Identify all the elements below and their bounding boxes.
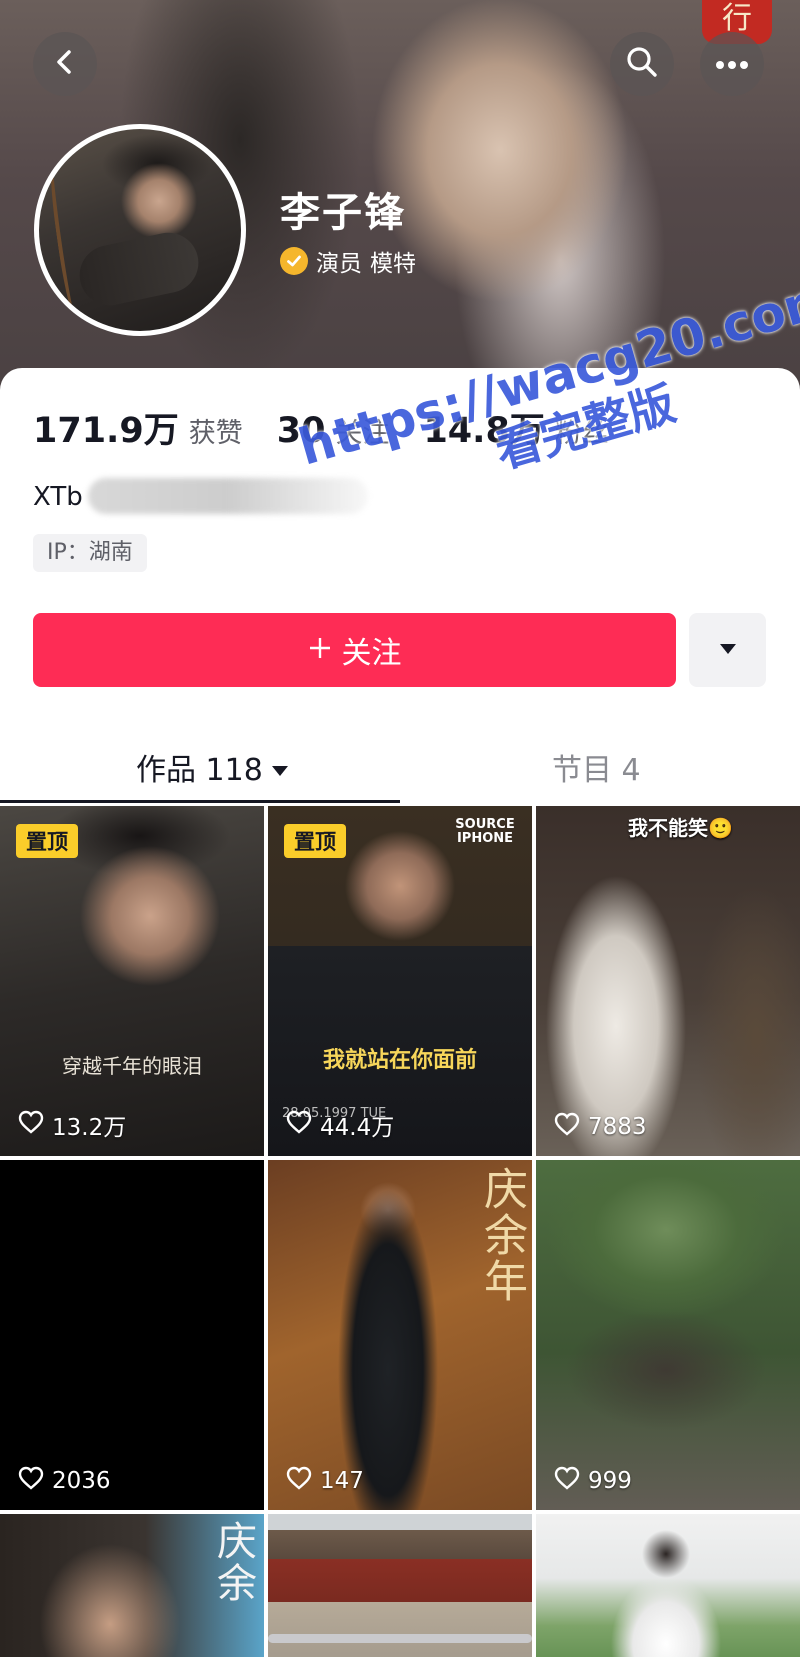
like-count: 13.2万 <box>18 1108 126 1142</box>
profile-page: 行 李子锋 演员 模特 171.9万 获赞 30 关注 14.8万 粉丝 XTb… <box>0 0 800 1657</box>
likes-label: 获赞 <box>188 418 243 449</box>
stat-likes[interactable]: 171.9万 获赞 <box>33 402 243 453</box>
ip-location-badge: IP：湖南 <box>33 534 147 572</box>
video-tile[interactable]: 置顶 SOURCE IPHONE 我就站在你面前 28.05.1997 TUE … <box>268 806 532 1156</box>
tag-model: 模特 <box>370 251 416 277</box>
like-count: 44.4万 <box>286 1108 394 1142</box>
video-caption: 穿越千年的眼泪 <box>62 1054 202 1078</box>
user-handle: XTb <box>33 482 83 512</box>
home-indicator <box>268 1634 532 1643</box>
heart-icon <box>18 1110 44 1140</box>
like-count-value: 44.4万 <box>320 1115 395 1141</box>
heart-icon <box>286 1466 312 1496</box>
tab-indicator <box>0 800 400 803</box>
video-tile[interactable]: 999 <box>536 1160 800 1510</box>
plus-icon <box>308 633 332 668</box>
pinned-badge: 置顶 <box>284 824 346 858</box>
search-icon <box>625 45 659 83</box>
tab-shows-label: 节目 4 <box>552 753 641 788</box>
like-count-value: 2036 <box>52 1468 111 1494</box>
video-tile[interactable]: 庆余 <box>0 1514 264 1657</box>
like-count: 7883 <box>554 1112 647 1142</box>
heart-icon <box>554 1466 580 1496</box>
video-tile[interactable]: 2036 <box>0 1160 264 1510</box>
verified-check-icon <box>280 247 308 275</box>
profile-name: 李子锋 <box>280 190 406 236</box>
tab-works[interactable]: 作品 118 <box>136 742 289 792</box>
likes-count: 171.9万 <box>33 411 179 451</box>
video-tile[interactable]: 庆余年 147 <box>268 1160 532 1510</box>
more-options-button[interactable] <box>700 32 764 96</box>
like-count: 2036 <box>18 1466 111 1496</box>
video-top-caption: 我不能笑🙂 <box>628 816 733 840</box>
video-tile[interactable]: 置顶 穿越千年的眼泪 13.2万 <box>0 806 264 1156</box>
tab-works-label: 作品 118 <box>136 753 263 788</box>
recommend-dropdown-button[interactable] <box>689 613 766 687</box>
like-count-value: 999 <box>588 1468 632 1494</box>
more-dots-icon <box>715 55 749 74</box>
caret-down-icon <box>271 750 289 785</box>
like-count: 999 <box>554 1466 632 1496</box>
like-count-value: 7883 <box>588 1114 647 1140</box>
heart-icon <box>18 1466 44 1496</box>
avatar-arm-shape <box>74 227 204 311</box>
verified-tags: 演员 模特 <box>280 244 416 278</box>
like-count-value: 147 <box>320 1468 364 1494</box>
avatar[interactable] <box>34 124 246 336</box>
source-iphone-mark: SOURCE IPHONE <box>455 817 515 846</box>
tag-actor: 演员 <box>316 251 362 277</box>
tab-shows[interactable]: 节目 4 <box>552 742 641 792</box>
poster-title: 庆余 <box>210 1520 256 1604</box>
like-count: 147 <box>286 1466 364 1496</box>
video-caption: 我就站在你面前 <box>322 1048 477 1073</box>
follow-button[interactable]: 关注 <box>33 613 676 687</box>
caret-down-icon <box>718 641 738 660</box>
heart-icon <box>286 1110 312 1140</box>
search-button[interactable] <box>610 32 674 96</box>
video-tile[interactable] <box>536 1514 800 1657</box>
video-tile[interactable]: 我不能笑🙂 7883 <box>536 806 800 1156</box>
pinned-badge: 置顶 <box>16 824 78 858</box>
chevron-left-icon <box>50 47 80 81</box>
heart-icon <box>554 1112 580 1142</box>
back-button[interactable] <box>33 32 97 96</box>
like-count-value: 13.2万 <box>52 1115 127 1141</box>
follow-label: 关注 <box>341 636 402 671</box>
poster-title: 庆余年 <box>476 1166 527 1304</box>
